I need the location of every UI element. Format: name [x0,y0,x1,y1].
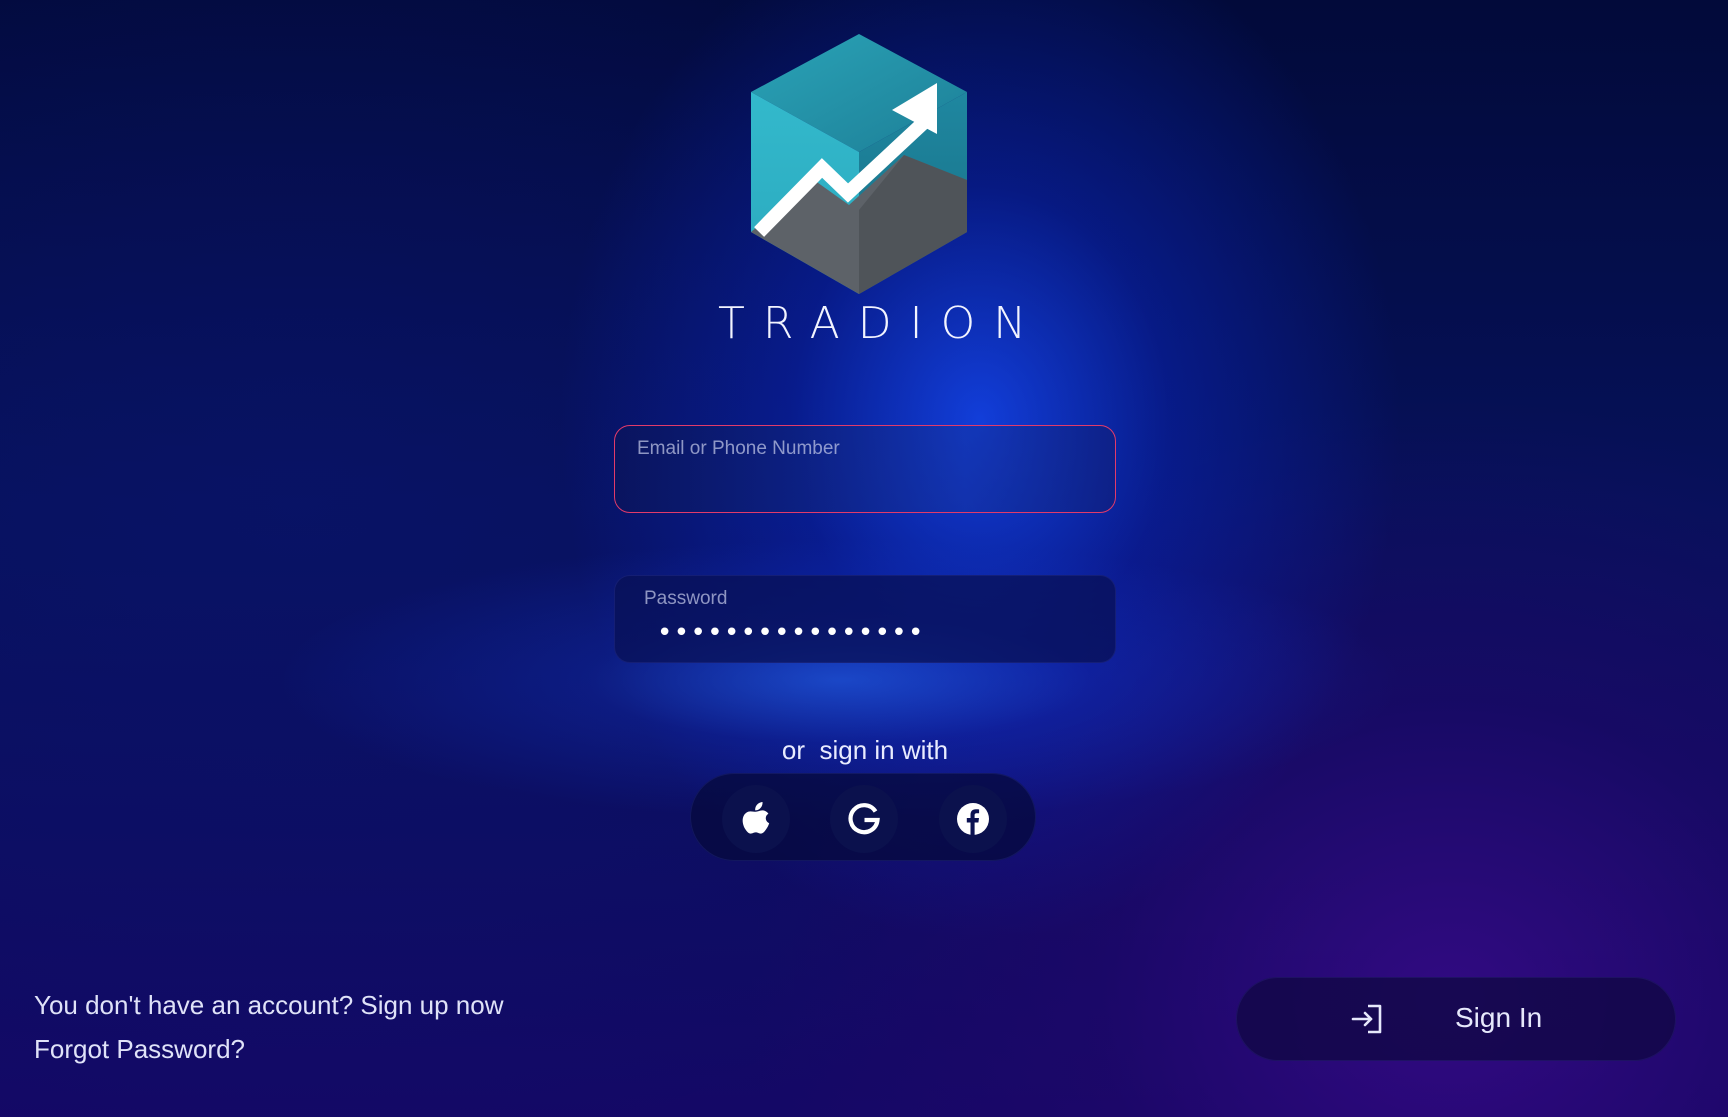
brand-logo [744,30,974,300]
password-label: Password [644,588,728,609]
social-signin-group [690,773,1036,861]
social-signin-label: or sign in with [781,735,949,765]
facebook-icon [957,803,989,835]
apple-icon [742,802,770,834]
signup-link[interactable]: You don't have an account? Sign up now [34,983,504,1027]
google-icon [848,803,880,835]
email-input[interactable] [637,466,1093,504]
forgot-password-link[interactable]: Forgot Password? [34,1027,504,1071]
apple-signin-button[interactable] [722,785,790,853]
footer-links: You don't have an account? Sign up now F… [34,983,504,1071]
facebook-signin-button[interactable] [939,785,1007,853]
email-field[interactable]: Email or Phone Number [614,425,1116,513]
email-label: Email or Phone Number [637,438,840,459]
password-field[interactable]: Password •••••••••••••••• [614,575,1116,663]
brand-name: TRADION [718,298,1045,349]
login-arrow-icon [1351,1004,1382,1034]
hexagon-growth-icon [751,34,967,294]
sign-in-button[interactable]: Sign In [1236,977,1676,1061]
sign-in-label: Sign In [1455,1002,1543,1033]
password-input[interactable]: •••••••••••••••• [657,618,925,648]
google-signin-button[interactable] [830,785,898,853]
